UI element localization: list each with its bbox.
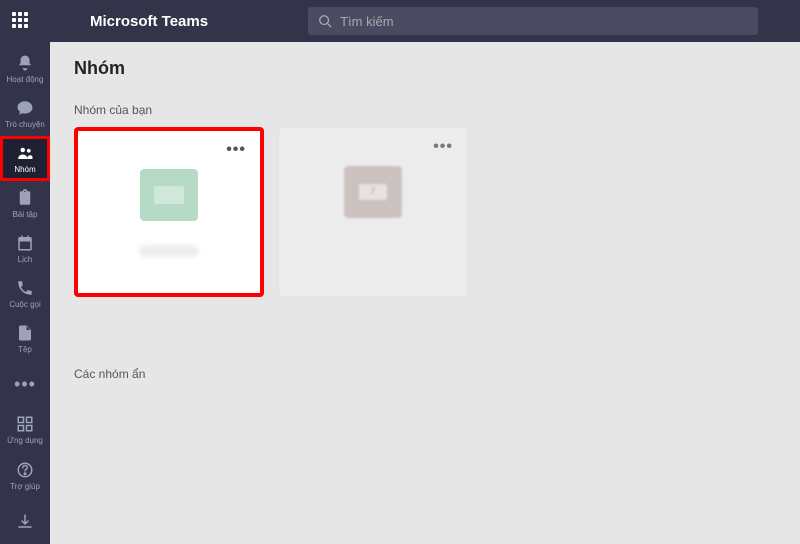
sidebar-item-label: Trò chuyện — [5, 120, 45, 129]
sidebar-item-label: Lịch — [18, 255, 33, 264]
file-icon — [15, 323, 35, 343]
app-title: Microsoft Teams — [90, 13, 208, 30]
page-title: Nhóm — [74, 58, 776, 79]
search-icon — [318, 14, 332, 28]
sidebar-item-label: Trợ giúp — [10, 482, 40, 491]
sidebar: Hoạt động Trò chuyện Nhóm Bài tập Lịch C… — [0, 0, 50, 544]
sidebar-item-calls[interactable]: Cuộc gọi — [0, 271, 50, 316]
help-icon — [15, 460, 35, 480]
app-launcher-icon[interactable] — [12, 12, 30, 30]
team-name — [343, 242, 403, 254]
team-more-button[interactable]: ••• — [226, 141, 246, 159]
sidebar-item-teams[interactable]: Nhóm — [0, 136, 50, 181]
sidebar-item-label: Nhóm — [14, 165, 35, 174]
phone-icon — [15, 278, 35, 298]
sidebar-item-chat[interactable]: Trò chuyện — [0, 91, 50, 136]
hidden-teams-label: Các nhóm ẩn — [74, 367, 776, 381]
sidebar-item-help[interactable]: Trợ giúp — [0, 452, 50, 498]
sidebar-item-label: Cuộc gọi — [9, 300, 41, 309]
apps-icon — [15, 414, 35, 434]
team-card[interactable]: ••• — [74, 127, 264, 297]
teams-icon — [15, 143, 35, 163]
search-box[interactable] — [308, 7, 758, 35]
sidebar-item-label: Ứng dụng — [7, 436, 43, 445]
ellipsis-icon: ••• — [15, 374, 35, 394]
sidebar-item-label: Hoạt động — [7, 75, 44, 84]
main-content: Nhóm Nhóm của bạn ••• ••• / Các nhóm ẩn — [50, 42, 800, 544]
chat-icon — [15, 98, 35, 118]
download-icon — [15, 511, 35, 531]
sidebar-item-calendar[interactable]: Lịch — [0, 226, 50, 271]
sidebar-item-assignments[interactable]: Bài tập — [0, 181, 50, 226]
team-cards: ••• ••• / — [74, 127, 776, 297]
sidebar-item-files[interactable]: Tệp — [0, 316, 50, 361]
title-bar: Microsoft Teams — [0, 0, 800, 42]
sidebar-item-activity[interactable]: Hoạt động — [0, 46, 50, 91]
team-more-button[interactable]: ••• — [433, 138, 453, 156]
sidebar-item-more[interactable]: ••• — [0, 361, 50, 406]
sidebar-item-apps[interactable]: Ứng dụng — [0, 406, 50, 452]
team-name — [139, 245, 199, 257]
sidebar-item-label: Tệp — [18, 345, 32, 354]
sidebar-item-download[interactable] — [0, 498, 50, 544]
bell-icon — [15, 53, 35, 73]
team-card[interactable]: ••• / — [278, 127, 468, 297]
search-input[interactable] — [340, 14, 748, 29]
team-avatar — [140, 169, 198, 221]
calendar-icon — [15, 233, 35, 253]
sidebar-item-label: Bài tập — [13, 210, 38, 219]
team-avatar: / — [344, 166, 402, 218]
assignments-icon — [15, 188, 35, 208]
your-teams-label: Nhóm của bạn — [74, 103, 776, 117]
